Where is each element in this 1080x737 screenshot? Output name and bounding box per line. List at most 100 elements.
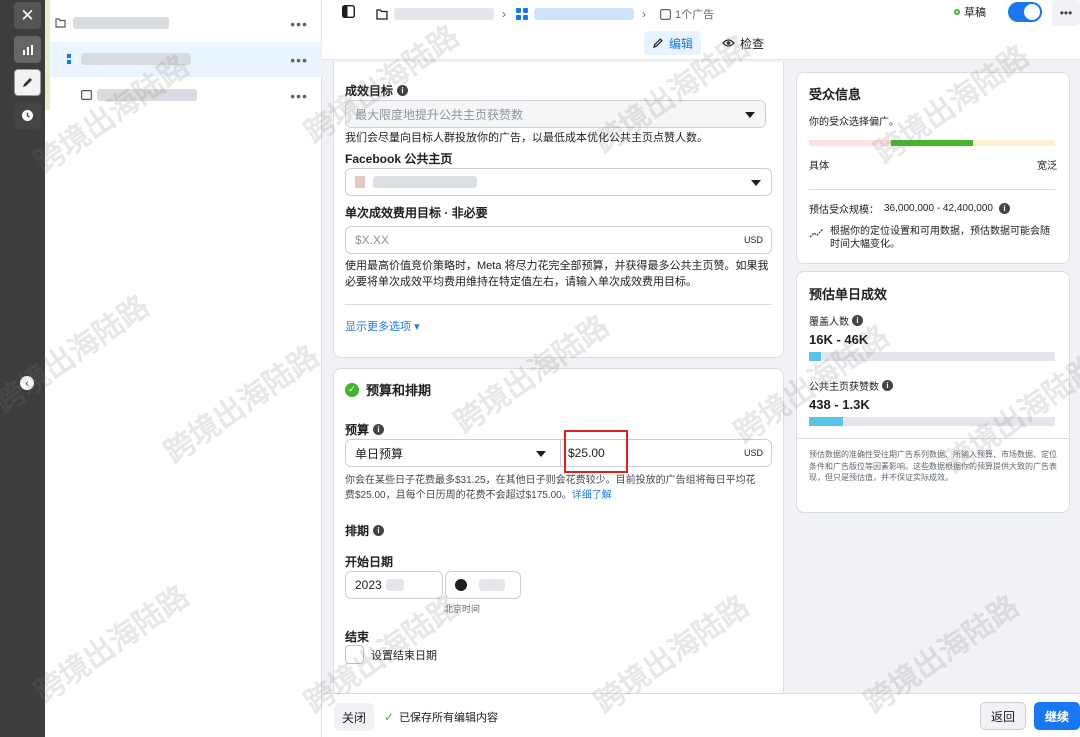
check-circle-icon: ✓ (345, 382, 359, 397)
more-icon[interactable]: ••• (290, 16, 308, 32)
start-date-input[interactable]: 2023 (345, 571, 443, 599)
cost-goal-label: 单次成效费用目标 · 非必要 (345, 206, 488, 220)
reach-bar-fill (809, 352, 822, 361)
breadcrumb-ads[interactable]: 1个广告 (660, 4, 714, 24)
divider (797, 438, 1069, 439)
adset-crumb-redacted (534, 8, 634, 20)
breadcrumb-campaign[interactable] (376, 4, 494, 24)
audience-size-label: 预估受众规模： (809, 205, 879, 216)
audience-title: 受众信息 (809, 87, 862, 102)
draft-status-dot (954, 9, 960, 15)
reach-value: 16K - 46K (809, 332, 869, 347)
continue-button[interactable]: 继续 (1034, 702, 1080, 730)
budget-label-text: 预算 (345, 423, 370, 437)
page-select[interactable] (345, 168, 772, 196)
adset-name-redacted (81, 53, 191, 65)
budget-section-title: 预算和排期 (366, 383, 432, 398)
more-icon[interactable]: ••• (290, 52, 308, 68)
campaign-tree: ••• ••• ••• (45, 0, 322, 737)
goal-card: 成效目标 i 最大限度地提升公共主页获赞数 我们会尽量向目标人群投放你的广告，以最… (333, 62, 784, 358)
show-more-options-label: 显示更多选项 (345, 321, 411, 333)
learn-more-link[interactable]: 详细了解 (572, 490, 612, 501)
reach-label: 覆盖人数 (809, 317, 849, 328)
audience-size-value: 36,000,000 - 42,400,000 (884, 203, 993, 214)
timezone-label: 北京时间 (444, 604, 481, 614)
tree-item-ad[interactable]: ••• (45, 78, 322, 113)
info-icon[interactable]: i (373, 525, 385, 536)
ads-count-label: 1个广告 (675, 9, 715, 21)
reach-bar (809, 352, 1055, 361)
goal-label: 成效目标 i (345, 82, 409, 99)
bottom-bar: 关闭 ✓ 已保存所有编辑内容 返回 继续 (322, 693, 1080, 737)
likes-label: 公共主页获赞数 (809, 382, 879, 393)
schedule-label: 排期 i (345, 522, 385, 539)
cost-currency: USD (743, 235, 763, 245)
info-icon[interactable]: i (373, 424, 385, 435)
goal-select-value: 最大限度地提升公共主页获赞数 (355, 107, 524, 122)
info-icon[interactable]: i (882, 380, 893, 391)
tree-item-campaign[interactable]: ••• (45, 6, 322, 41)
chart-icon[interactable] (14, 36, 41, 63)
review-label: 检查 (740, 36, 765, 51)
info-icon[interactable]: i (397, 85, 409, 96)
info-icon[interactable]: i (852, 315, 863, 326)
trend-icon (809, 228, 824, 238)
budget-type-select[interactable]: 单日预算 (345, 439, 561, 467)
budget-type-value: 单日预算 (355, 446, 404, 461)
checkbox[interactable] (345, 645, 364, 664)
divider (345, 304, 772, 305)
audience-card: 受众信息 你的受众选择偏广。 具体 宽泛 预估受众规模： 36,000,000 … (796, 72, 1070, 264)
start-date-label: 开始日期 (345, 555, 394, 569)
ad-icon (660, 8, 671, 20)
meter-selected-segment (891, 140, 973, 146)
amount-highlight-box (564, 430, 628, 473)
goal-label-text: 成效目标 (345, 84, 394, 98)
likes-bar (809, 417, 1055, 426)
end-date-checkbox-row[interactable]: 设置结束日期 (345, 645, 437, 664)
info-icon[interactable]: i (998, 203, 1010, 214)
save-status-text: 已保存所有编辑内容 (399, 712, 499, 724)
meter-broad-segment (973, 140, 1055, 146)
cost-goal-input[interactable]: $X.XX USD (345, 226, 772, 254)
likes-label-row: 公共主页获赞数 i (809, 378, 893, 393)
goal-select[interactable]: 最大限度地提升公共主页获赞数 (345, 100, 766, 128)
breadcrumb-adset[interactable] (516, 4, 634, 24)
audience-size: 预估受众规模： 36,000,000 - 42,400,000 i (809, 201, 1010, 216)
edit-mode-button[interactable]: 编辑 (644, 31, 702, 55)
close-button[interactable]: 关闭 (334, 703, 374, 731)
end-label: 结束 (345, 630, 370, 644)
estimates-card: 预估单日成效 覆盖人数 i 16K - 46K 公共主页获赞数 i 438 - 1.… (796, 271, 1070, 513)
divider (809, 189, 1055, 190)
chevron-left-icon[interactable]: ‹ (20, 376, 34, 390)
end-date-checkbox-label: 设置结束日期 (371, 649, 437, 662)
ad-name-redacted (97, 89, 197, 101)
chevron-right-icon: › (642, 7, 646, 21)
start-time-input[interactable] (445, 571, 521, 599)
checkmark-icon: ✓ (384, 710, 395, 724)
close-icon[interactable]: ✕ (14, 2, 41, 29)
budget-help: 你会在某些日子花费最多$31.25，在其他日子则会花费较少。目前投放的广告组将每… (345, 473, 765, 503)
budget-section-header: ✓ 预算和排期 (345, 380, 431, 399)
tree-accent-strip (45, 0, 50, 110)
review-mode-button[interactable]: 检查 (714, 31, 772, 55)
adset-grid-icon (516, 8, 528, 20)
page-name-redacted (373, 176, 477, 188)
ad-icon (81, 90, 92, 100)
left-rail: ✕ ‹ (0, 0, 45, 737)
audience-note: 根据你的定位设置和可用数据，预估数据可能会随时间大幅变化。 (830, 226, 1050, 250)
panel-toggle-icon[interactable] (342, 5, 355, 18)
meter-specific-segment (809, 140, 891, 146)
tree-item-adset[interactable]: ••• (45, 42, 322, 77)
clock-icon[interactable] (14, 102, 41, 129)
more-options-button[interactable]: ••• (1052, 0, 1080, 26)
likes-bar-fill (809, 417, 844, 426)
back-button[interactable]: 返回 (980, 702, 1026, 730)
draft-status: 草稿 (954, 4, 986, 20)
pencil-icon (653, 38, 663, 48)
more-icon[interactable]: ••• (290, 88, 308, 104)
on-off-toggle[interactable] (1008, 2, 1042, 22)
pencil-icon[interactable] (14, 69, 41, 96)
estimates-disclaimer: 预估数据的准确性受往期广告系列数据、所输入预算、市场数据、定位条件和广告版位等因… (809, 450, 1057, 482)
show-more-options-link[interactable]: 显示更多选项 ▾ (345, 318, 420, 334)
budget-label: 预算 i (345, 421, 385, 438)
